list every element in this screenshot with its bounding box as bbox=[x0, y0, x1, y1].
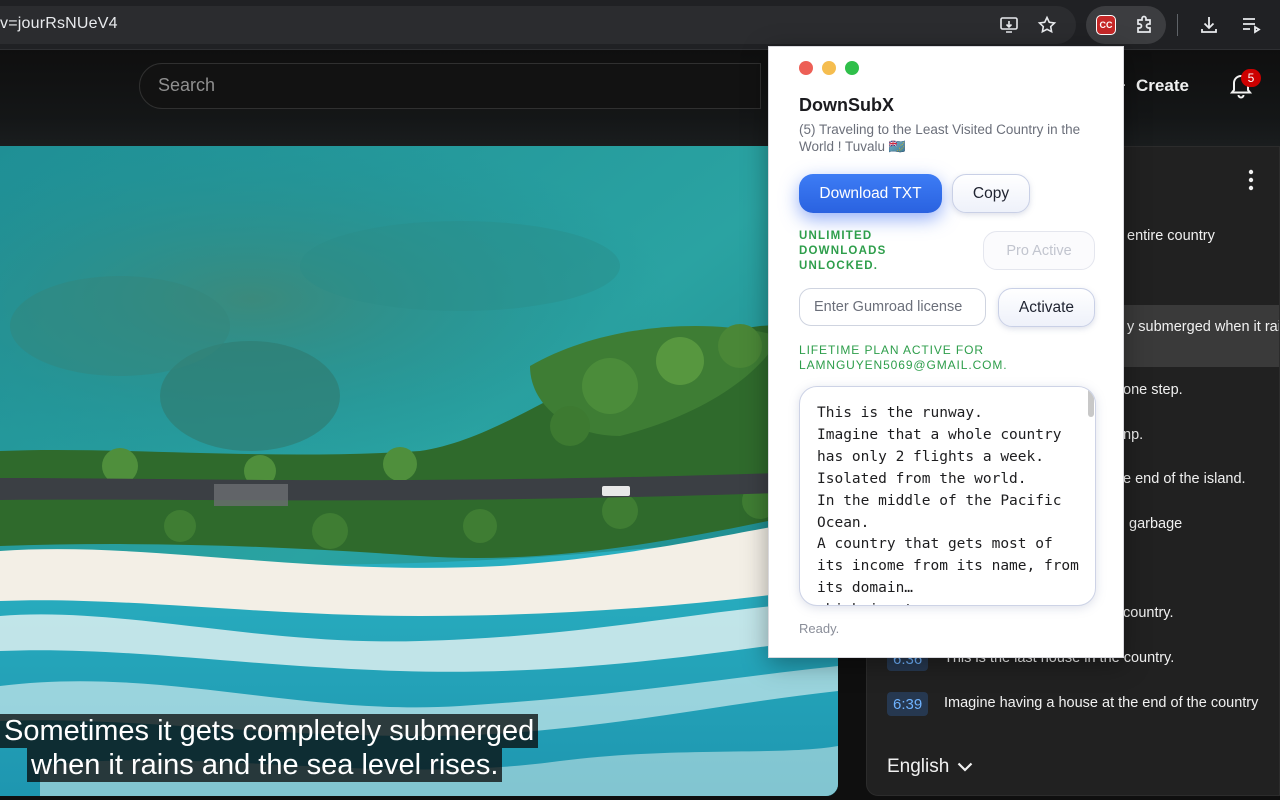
lifetime-plan-status: LIFETIME PLAN ACTIVE FOR LAMNGUYEN5069@G… bbox=[799, 343, 1008, 372]
language-label: English bbox=[887, 756, 950, 777]
transcript-content: This is the runway. Imagine that a whole… bbox=[817, 405, 1079, 605]
video-player[interactable]: Sometimes it gets completely submerged w… bbox=[0, 146, 838, 796]
downsubx-popup: DownSubX (5) Traveling to the Least Visi… bbox=[768, 46, 1124, 658]
create-label: Create bbox=[1136, 76, 1189, 95]
chevron-down-icon bbox=[957, 756, 973, 778]
transcript-text: np. bbox=[1123, 427, 1144, 443]
download-icon[interactable] bbox=[1198, 14, 1220, 36]
transcript-row[interactable]: 6:39 Imagine having a house at the end o… bbox=[867, 682, 1279, 726]
transcript-text: country. bbox=[1123, 605, 1174, 621]
more-options-icon[interactable] bbox=[1247, 169, 1255, 196]
window-zoom-dot[interactable] bbox=[845, 61, 859, 75]
search-input[interactable] bbox=[158, 75, 718, 96]
install-app-icon[interactable] bbox=[998, 14, 1020, 36]
caption-line-1: Sometimes it gets completely submerged bbox=[0, 714, 539, 748]
timestamp[interactable]: 6:39 bbox=[887, 692, 929, 716]
transcript-textarea[interactable]: This is the runway. Imagine that a whole… bbox=[799, 386, 1096, 606]
window-close-dot[interactable] bbox=[799, 61, 813, 75]
transcript-text: entire country bbox=[1127, 228, 1215, 244]
downsubx-extension-icon[interactable]: CC bbox=[1096, 15, 1116, 35]
activate-button[interactable]: Activate bbox=[998, 288, 1095, 327]
address-bar[interactable]: v=jourRsNUeV4 bbox=[0, 6, 1076, 44]
popup-title: DownSubX bbox=[799, 95, 894, 115]
video-title: (5) Traveling to the Least Visited Count… bbox=[799, 122, 1081, 154]
browser-toolbar: v=jourRsNUeV4 CC bbox=[0, 0, 1280, 50]
transcript-text: Imagine having a house at the end of the… bbox=[944, 695, 1259, 711]
transcript-text: garbage bbox=[1129, 516, 1183, 532]
copy-button[interactable]: Copy bbox=[952, 174, 1030, 213]
pro-active-button[interactable]: Pro Active bbox=[983, 231, 1095, 270]
unlimited-status: UNLIMITED DOWNLOADS UNLOCKED. bbox=[799, 230, 887, 272]
transcript-text: y submerged when it rains bbox=[1127, 319, 1280, 335]
video-frame bbox=[0, 146, 838, 796]
license-input[interactable] bbox=[799, 288, 986, 326]
caption-line-2: when it rains and the sea level rises. bbox=[27, 748, 503, 782]
notification-badge: 5 bbox=[1241, 69, 1261, 87]
transcript-text: one step. bbox=[1123, 382, 1183, 398]
screen: v=jourRsNUeV4 CC + Create bbox=[0, 0, 1280, 800]
toolbar-divider bbox=[1177, 14, 1178, 36]
transcript-text: e end of the island. bbox=[1123, 471, 1246, 487]
scrollbar-thumb[interactable] bbox=[1088, 387, 1094, 417]
status-text: Ready. bbox=[799, 621, 840, 636]
extension-group: CC bbox=[1086, 6, 1166, 44]
window-minimize-dot[interactable] bbox=[822, 61, 836, 75]
reading-list-icon[interactable] bbox=[1240, 14, 1262, 36]
language-selector[interactable]: English bbox=[887, 756, 973, 778]
star-icon[interactable] bbox=[1036, 14, 1058, 36]
extensions-puzzle-icon[interactable] bbox=[1134, 14, 1156, 36]
url-text[interactable]: v=jourRsNUeV4 bbox=[0, 15, 118, 33]
download-txt-button[interactable]: Download TXT bbox=[799, 174, 942, 213]
search-bar[interactable] bbox=[139, 63, 761, 109]
